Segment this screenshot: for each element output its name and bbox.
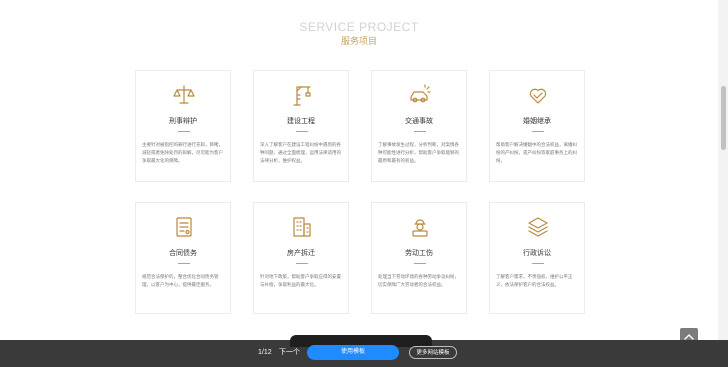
card-title: 劳动工伤 bbox=[405, 250, 433, 257]
card-description: 主要针对被指控的罪行进行充辩，目睹，减轻或者免除处罚的辩解，尽可能为客户争取最大… bbox=[142, 142, 223, 163]
service-card-traffic[interactable]: 交通事故 了解事故发生过程，分析判断，对案情各种可能性进行分析，帮助客户争取能够… bbox=[371, 70, 467, 182]
card-title: 交通事故 bbox=[405, 118, 433, 125]
next-template-link[interactable]: 下一个 bbox=[279, 348, 300, 357]
car-crash-icon bbox=[408, 83, 432, 107]
card-divider bbox=[296, 131, 308, 132]
page-indicator: 1/12 bbox=[258, 349, 272, 356]
card-title: 刑事辩护 bbox=[169, 118, 197, 125]
card-description: 了解事故发生过程，分析判断，对案情各种可能性进行分析，帮助客户争取能够的最原和最… bbox=[378, 142, 459, 163]
card-description: 处理当下劳动环境的各种劳动争议纠纷，切实保障广大劳动者的合法权益。 bbox=[378, 274, 459, 287]
service-card-administrative[interactable]: 行政诉讼 了解客户需求，不畏强权，维护公平正义，依法保护客户的合法权益。 bbox=[489, 202, 585, 314]
service-card-demolition[interactable]: 房产拆迁 针对地下政策，帮助客户争取应得的安置与补偿，争取利益的最大化。 bbox=[253, 202, 349, 314]
card-title: 行政诉讼 bbox=[523, 250, 551, 257]
layers-icon bbox=[526, 215, 550, 239]
card-divider bbox=[532, 131, 544, 132]
scales-icon bbox=[172, 83, 196, 107]
scrollbar-thumb[interactable] bbox=[721, 86, 726, 150]
use-template-button[interactable]: 使用模板 bbox=[307, 345, 399, 360]
card-divider bbox=[414, 131, 426, 132]
card-title: 房产拆迁 bbox=[287, 250, 315, 257]
service-card-marriage[interactable]: 婚姻继承 帮助客户解决婚姻中的合法权益，离婚纠纷的产纠纷，遗产纠纷等家庭事务上的… bbox=[489, 70, 585, 182]
card-title: 婚姻继承 bbox=[523, 118, 551, 125]
card-divider bbox=[178, 131, 190, 132]
card-divider bbox=[178, 263, 190, 264]
service-card-labor[interactable]: 劳动工伤 处理当下劳动环境的各种劳动争议纠纷，切实保障广大劳动者的合法权益。 bbox=[371, 202, 467, 314]
more-templates-button[interactable]: 更多网站模板 bbox=[409, 346, 457, 359]
contract-icon bbox=[172, 215, 196, 239]
card-description: 了解客户需求，不畏强权，维护公平正义，依法保护客户的合法权益。 bbox=[496, 274, 573, 287]
card-description: 针对地下政策，帮助客户争取应得的安置与补偿，争取利益的最大化。 bbox=[260, 274, 341, 287]
worker-icon bbox=[408, 215, 432, 239]
card-description: 深入了解客户在建设工程纠纷中遇到的各种问题，通过全面梳理，运用法律适用的法律分析… bbox=[260, 142, 341, 163]
service-card-criminal[interactable]: 刑事辩护 主要针对被指控的罪行进行充辩，目睹，减轻或者免除处罚的辩解，尽可能为客… bbox=[135, 70, 231, 182]
card-title: 合同债务 bbox=[169, 250, 197, 257]
heart-hands-icon bbox=[526, 83, 550, 107]
building-icon bbox=[290, 215, 314, 239]
card-description: 规范合法保护的，整合优化合同债务管理，以客户为中心，提供最佳服务。 bbox=[142, 274, 219, 287]
section-title-cn: 服务项目 bbox=[340, 36, 377, 46]
service-card-construction[interactable]: 建设工程 深入了解客户在建设工程纠纷中遇到的各种问题，通过全面梳理，运用法律适用… bbox=[253, 70, 349, 182]
section-title-en: SERVICE PROJECT bbox=[299, 20, 419, 34]
card-divider bbox=[414, 263, 426, 264]
page-scrollbar[interactable] bbox=[718, 0, 728, 367]
section-header: SERVICE PROJECT 服务项目 bbox=[0, 20, 718, 47]
card-description: 帮助客户解决婚姻中的合法权益，离婚纠纷的产纠纷，遗产纠纷等家庭事务上的纠纷。 bbox=[496, 142, 577, 163]
card-divider bbox=[296, 263, 308, 264]
card-title: 建设工程 bbox=[287, 118, 315, 125]
crane-icon bbox=[290, 83, 314, 107]
card-divider bbox=[532, 263, 544, 264]
service-card-contract[interactable]: 合同债务 规范合法保护的，整合优化合同债务管理，以客户为中心，提供最佳服务。 bbox=[135, 202, 231, 314]
